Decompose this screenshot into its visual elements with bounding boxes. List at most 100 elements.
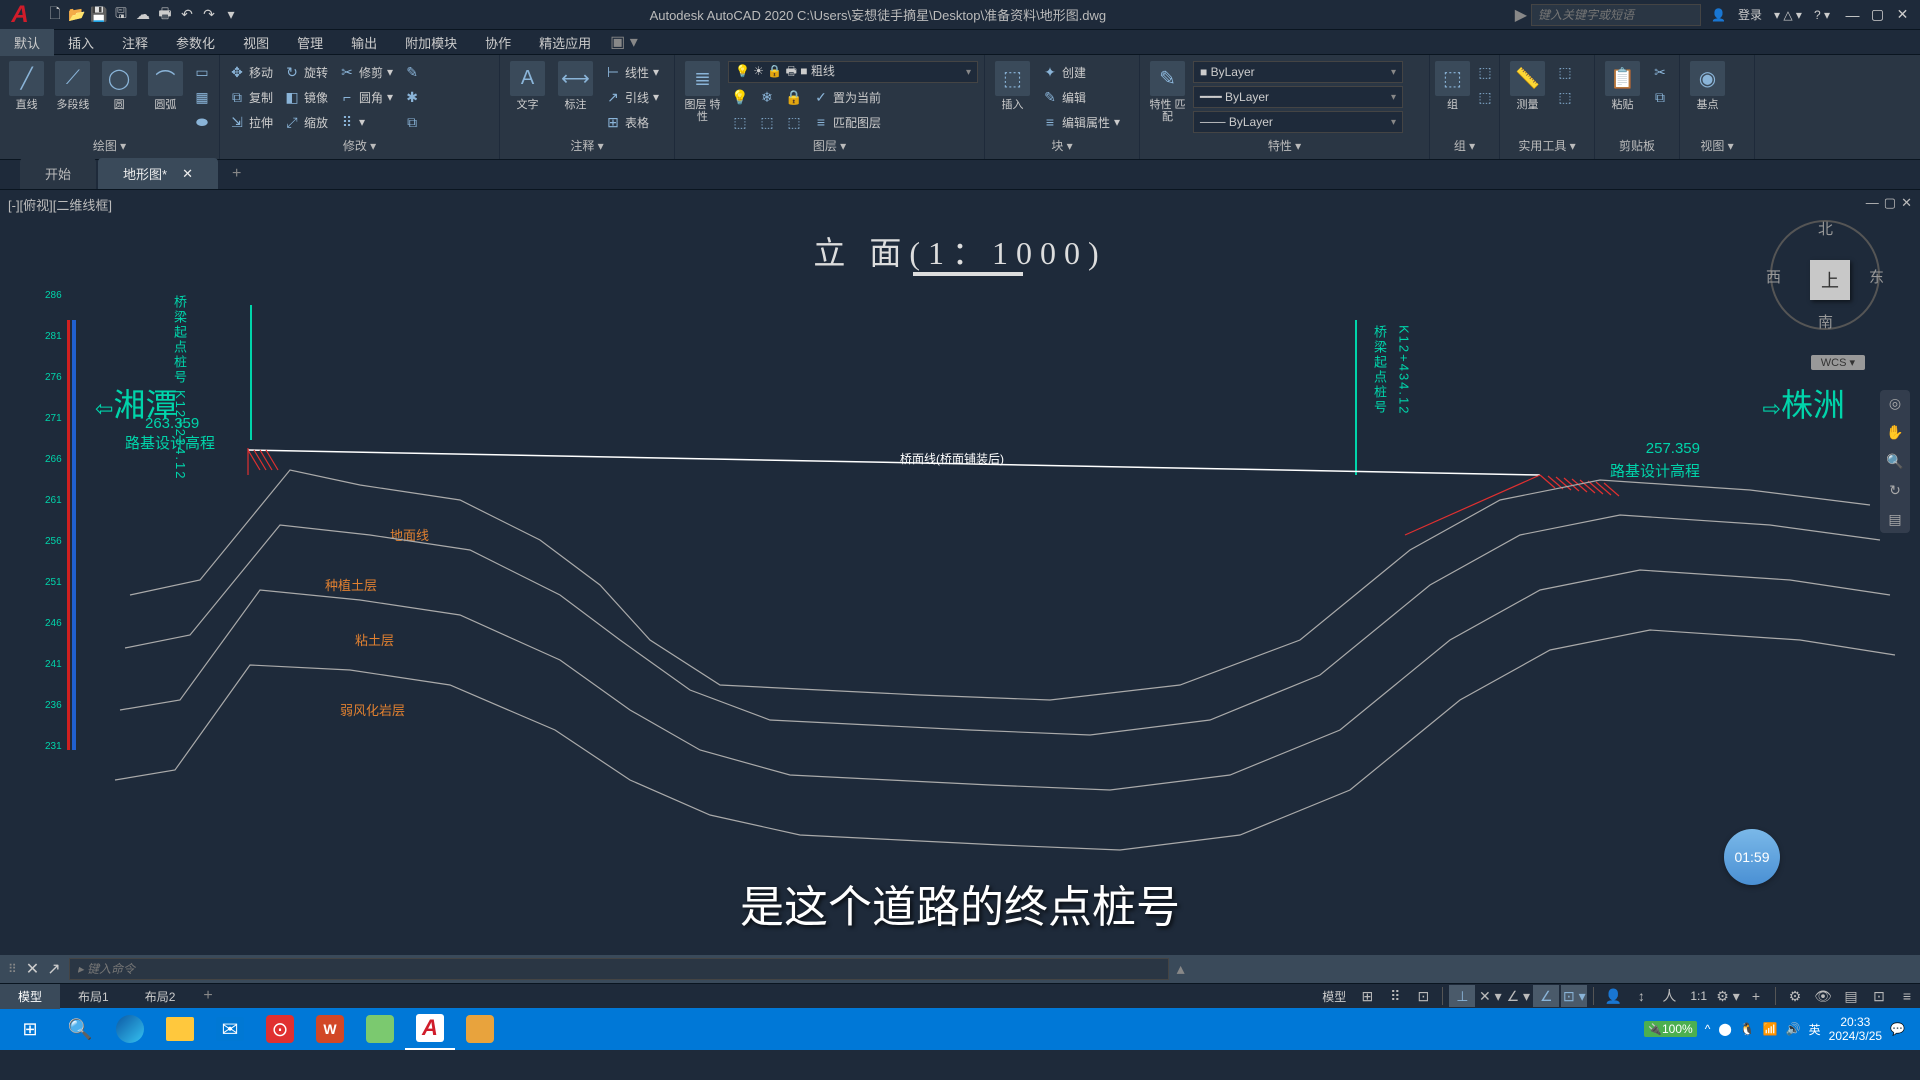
file-tab-start[interactable]: 开始 (20, 158, 96, 189)
tab-parametric[interactable]: 参数化 (162, 29, 229, 56)
pan-icon[interactable]: ✋ (1886, 424, 1903, 441)
app-logo[interactable]: A (5, 0, 35, 30)
layout-tab-1[interactable]: 布局1 (60, 984, 127, 1009)
tab-annotate[interactable]: 注释 (108, 29, 162, 56)
panel-block-title[interactable]: 块 ▾ (990, 135, 1134, 156)
qat-dropdown-icon[interactable]: ▾ (221, 5, 241, 25)
measure-button[interactable]: 📏测量 (1505, 61, 1550, 111)
paste-button[interactable]: 📋粘贴 (1600, 61, 1645, 111)
nav-top-face[interactable]: 上 (1810, 260, 1850, 300)
drawing-area[interactable]: [-][俯视][二维线框] — ▢ ✕ 立 面(1：1000) 286 281 … (0, 190, 1920, 955)
arc-button[interactable]: ⌒圆弧 (144, 61, 187, 111)
layout-tab-2[interactable]: 布局2 (127, 984, 194, 1009)
panel-properties-title[interactable]: 特性 ▾ (1145, 135, 1424, 156)
undo-icon[interactable]: ↶ (177, 5, 197, 25)
maximize-icon[interactable]: ▢ (1865, 5, 1890, 25)
table-button[interactable]: ⊞表格 (601, 111, 663, 133)
tray-volume-icon[interactable]: 🔊 (1786, 1022, 1801, 1036)
tab-collab[interactable]: 协作 (471, 29, 525, 56)
snap-icon[interactable]: ⠿ (1382, 985, 1408, 1007)
steering-wheel-icon[interactable]: ◎ (1889, 395, 1901, 412)
vp-maximize-icon[interactable]: ▢ (1884, 195, 1896, 211)
move-button[interactable]: ✥移动 (225, 61, 277, 83)
line-button[interactable]: ╱直线 (5, 61, 48, 111)
battery-icon[interactable]: 🔌100% (1644, 1021, 1696, 1037)
cmd-dropdown-icon[interactable]: ▴ (1177, 959, 1185, 979)
minimize-icon[interactable]: — (1840, 5, 1865, 25)
color-selector[interactable]: ■ ByLayer▾ (1193, 61, 1403, 83)
rotate-button[interactable]: ↻旋转 (280, 61, 332, 83)
tray-app1-icon[interactable]: ⬤ (1718, 1022, 1731, 1036)
app-green-icon[interactable] (355, 1008, 405, 1050)
lweight-selector[interactable]: ━━━ ByLayer▾ (1193, 86, 1403, 108)
vp-close-icon[interactable]: ✕ (1901, 195, 1912, 211)
tab-featured[interactable]: 精选应用 (525, 29, 605, 56)
tab-close-icon[interactable]: ✕ (182, 166, 193, 182)
panel-utilities-title[interactable]: 实用工具 ▾ (1505, 135, 1589, 156)
open-icon[interactable]: 📂 (67, 5, 87, 25)
wps-icon[interactable]: W (305, 1008, 355, 1050)
add-anno-icon[interactable]: + (1743, 985, 1769, 1007)
nav-north[interactable]: 北 (1818, 218, 1833, 239)
app-orange-icon[interactable] (455, 1008, 505, 1050)
tab-addin[interactable]: 附加模块 (391, 29, 471, 56)
layer-selector[interactable]: 💡 ☀ 🔒 🖶 ■ 粗线▾ (728, 61, 978, 83)
autocad-taskbar-icon[interactable]: A (405, 1008, 455, 1050)
cmd-recent-icon[interactable]: ↗ (47, 959, 60, 979)
tab-output[interactable]: 输出 (337, 29, 391, 56)
anno-monitor-icon[interactable]: 👁 (1810, 985, 1836, 1007)
save-icon[interactable]: 💾 (89, 5, 109, 25)
edit-attr-button[interactable]: ≡编辑属性 ▾ (1038, 111, 1124, 133)
array-button[interactable]: ⠿ ▾ (335, 111, 397, 133)
infer-icon[interactable]: ⊡ (1410, 985, 1436, 1007)
trim-button[interactable]: ✂修剪 ▾ (335, 61, 397, 83)
nav-west[interactable]: 西 (1766, 266, 1781, 287)
qp-icon[interactable]: ⊡ (1866, 985, 1892, 1007)
cloud-icon[interactable]: ☁ (133, 5, 153, 25)
panel-group-title[interactable]: 组 ▾ (1435, 135, 1494, 156)
ltype-selector[interactable]: ─── ByLayer▾ (1193, 111, 1403, 133)
match-props-button[interactable]: ✎特性 匹配 (1145, 61, 1190, 123)
search-input[interactable] (1531, 4, 1701, 26)
group-button[interactable]: ⬚组 (1435, 61, 1470, 111)
start-button[interactable]: ⊞ (5, 1008, 55, 1050)
wcs-button[interactable]: WCS ▾ (1811, 355, 1865, 370)
explorer-icon[interactable] (155, 1008, 205, 1050)
show-motion-icon[interactable]: ▤ (1888, 511, 1901, 528)
cmd-close-icon[interactable]: ✕ (26, 959, 39, 979)
panel-draw-title[interactable]: 绘图 ▾ (5, 135, 214, 156)
group-icon1[interactable]: ⬚ (1473, 61, 1497, 83)
linear-button[interactable]: ⊢线性 ▾ (601, 61, 663, 83)
hatch-icon[interactable]: ▦ (190, 86, 214, 108)
saveas-icon[interactable]: 🖫 (111, 5, 131, 25)
tab-insert[interactable]: 插入 (54, 29, 108, 56)
otrack-icon[interactable]: ⊡ ▾ (1561, 985, 1587, 1007)
layer-icon2[interactable]: ⬚ (755, 111, 779, 133)
login-button[interactable]: 登录 (1738, 6, 1762, 23)
tab-expand-icon[interactable]: ▣ ▾ (610, 32, 638, 52)
rect-icon[interactable]: ▭ (190, 61, 214, 83)
panel-clipboard-title[interactable]: 剪贴板 (1600, 135, 1674, 156)
viewport-label[interactable]: [-][俯视][二维线框] (8, 195, 112, 214)
help-icon[interactable]: ? ▾ (1814, 8, 1830, 22)
mail-icon[interactable]: ✉ (205, 1008, 255, 1050)
transparency-icon[interactable]: 👤 (1600, 985, 1626, 1007)
customize-icon[interactable]: ≡ (1894, 985, 1920, 1007)
iso-icon[interactable]: ∠ ▾ (1505, 985, 1531, 1007)
polyline-button[interactable]: ⟋多段线 (51, 61, 94, 111)
panel-modify-title[interactable]: 修改 ▾ (225, 135, 494, 156)
plot-icon[interactable]: 🖶 (155, 5, 175, 25)
layer-props-button[interactable]: ≣图层 特性 (680, 61, 725, 123)
layeroff-icon[interactable]: 💡 (728, 86, 752, 108)
close-icon[interactable]: ✕ (1890, 5, 1915, 25)
zoom-icon[interactable]: 🔍 (1886, 453, 1903, 470)
ortho-icon[interactable]: ⊥ (1449, 985, 1475, 1007)
stretch-button[interactable]: ⇲拉伸 (225, 111, 277, 133)
match-layer-button[interactable]: ≡匹配图层 (809, 111, 885, 133)
nav-east[interactable]: 东 (1869, 266, 1884, 287)
util-icon1[interactable]: ⬚ (1553, 61, 1577, 83)
anno-icon[interactable]: 人 (1656, 985, 1682, 1007)
polar-icon[interactable]: ✕ ▾ (1477, 985, 1503, 1007)
circle-button[interactable]: ◯圆 (98, 61, 141, 111)
layer-icon3[interactable]: ⬚ (782, 111, 806, 133)
